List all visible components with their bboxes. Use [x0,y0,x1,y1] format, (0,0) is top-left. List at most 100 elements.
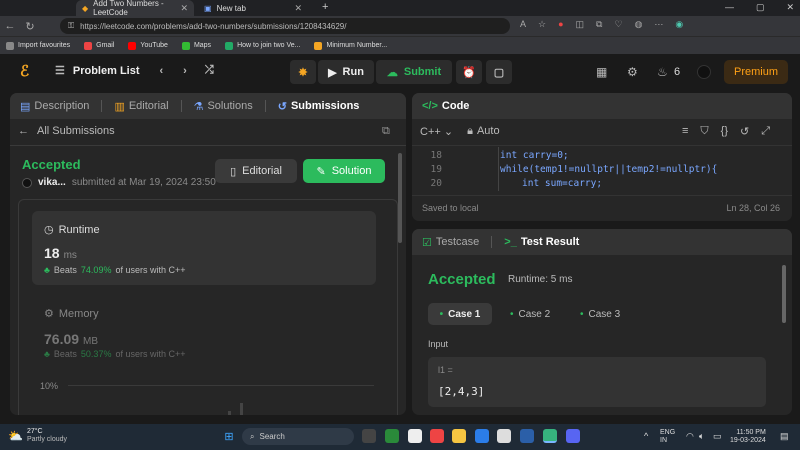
solution-button[interactable]: ✎ Solution [303,159,385,183]
bookmark-label: Gmail [96,42,115,49]
format-icon[interactable]: ≡ [682,125,688,138]
case-2-tab[interactable]: • Case 2 [510,303,570,325]
checkbox-icon: ☑ [422,236,432,249]
tab-solutions[interactable]: ⚗ Solutions [194,100,253,113]
back-arrow-icon[interactable]: ← [0,20,20,32]
app-icon[interactable] [385,429,399,443]
book-icon: ▯ [230,165,237,178]
weather-widget[interactable]: ⛅ 27°C Partly cloudy [8,428,67,444]
timer-button[interactable]: ⏰ [456,60,482,84]
bookmark-import-favourites[interactable]: Import favourites [6,41,70,50]
settings-gear-icon[interactable]: ⚙ [627,65,638,79]
minimize-icon[interactable]: — [725,2,734,13]
tab-leetcode[interactable]: ◆ Add Two Numbers - LeetCode ✕ [76,0,194,17]
collections-icon[interactable]: ⧉ [596,19,602,30]
wifi-icon[interactable]: ◠ [686,431,694,442]
username[interactable]: vika... [38,177,66,188]
scrollbar[interactable] [398,153,402,243]
notifications-icon[interactable]: ▤ [780,431,789,442]
leetcode-logo-icon[interactable]: ℰ [20,62,38,82]
tray-overflow-icon[interactable]: ^ [644,431,648,441]
reset-icon[interactable]: ↺ [740,125,749,138]
more-menu-icon[interactable]: ⋯ [654,19,663,30]
app-icon[interactable] [408,429,422,443]
run-button[interactable]: ▶ Run [318,60,374,84]
share-link-icon[interactable]: ⧉ [382,125,390,138]
new-tab-plus-icon[interactable]: + [322,1,328,13]
beats-suffix: of users with C++ [115,265,186,275]
profile-icon[interactable]: ◍ [635,19,643,30]
bookmark-youtube[interactable]: YouTube [128,41,168,50]
extension-icon[interactable]: ● [558,19,563,30]
reload-icon[interactable]: ↻ [20,20,40,33]
language-indicator[interactable]: ENG IN [660,429,675,445]
tab-code[interactable]: </> Code [422,100,469,112]
clock[interactable]: 11:50 PM 19-03-2024 [730,429,766,445]
note-icon: ▢ [493,66,505,79]
store-icon[interactable] [520,429,534,443]
edge-icon[interactable] [543,429,557,443]
bookmark-icon[interactable]: ⛉ [700,125,708,138]
code-editor[interactable]: 18 int carry=0; 19 while(temp1!=nullptr|… [412,147,782,191]
close-tab-icon[interactable]: ✕ [294,3,302,14]
premium-button[interactable]: Premium [724,60,788,84]
tab-testcase[interactable]: ☑ Testcase [422,236,479,249]
language-select[interactable]: C++ ⌄ [420,125,453,138]
copilot-icon[interactable]: ◉ [675,19,683,30]
bookmark-label: How to join two Ve... [237,42,301,49]
app-icon[interactable] [497,429,511,443]
read-aloud-icon[interactable]: A [520,19,526,30]
file-explorer-icon[interactable] [452,429,466,443]
braces-icon[interactable]: {} [721,125,728,138]
chip-icon: ⚙ [44,308,54,320]
close-window-icon[interactable]: ✕ [786,2,794,13]
tab-new[interactable]: ▣ New tab ✕ [198,0,308,16]
scrollbar[interactable] [782,265,786,323]
discord-icon[interactable] [566,429,580,443]
split-screen-icon[interactable]: ◫ [576,19,585,30]
avatar[interactable] [697,65,711,79]
bookmark-maps[interactable]: Maps [181,41,211,50]
submit-button[interactable]: ☁ Submit [376,60,452,84]
favorites-star-icon[interactable]: ☆ [538,19,546,30]
taskbar-search[interactable]: ⌕ Search [242,428,354,445]
bookmark-join-two[interactable]: How to join two Ve... [225,41,301,50]
problem-list-link[interactable]: Problem List [73,65,140,77]
chrome-icon[interactable] [430,429,444,443]
all-submissions-link[interactable]: ← All Submissions [18,125,115,137]
task-view-icon[interactable] [362,429,376,443]
tab-divider [491,236,493,248]
tab-submissions[interactable]: ↺ Submissions [278,100,360,113]
bookmark-label: Minimum Number... [326,42,388,49]
fullscreen-icon[interactable]: ⤢ [761,125,770,138]
runtime-card[interactable]: ◷ Runtime 18 ms ♣ Beats 74.09% of users w… [32,211,376,285]
shuffle-icon[interactable]: ⤮ [205,64,214,77]
notes-button[interactable]: ▢ [486,60,512,84]
browser-essentials-icon[interactable]: ♡ [614,19,622,30]
editorial-button[interactable]: ▯ Editorial [215,159,297,183]
memory-header[interactable]: ⚙ Memory [44,307,99,321]
close-tab-icon[interactable]: ✕ [180,3,188,14]
tab-test-result[interactable]: >_ Test Result [504,236,579,248]
battery-icon[interactable]: ▭ [713,431,722,442]
url-input[interactable]: ⚿ https://leetcode.com/problems/add-two-… [60,18,510,34]
debug-button[interactable]: ✸ [290,60,316,84]
vscode-icon[interactable] [475,429,489,443]
divider [10,145,406,146]
case-3-tab[interactable]: • Case 3 [580,303,640,325]
prev-problem-icon[interactable]: ‹ [160,65,164,77]
case-1-tab[interactable]: • Case 1 [428,303,492,325]
bookmark-minimum-number[interactable]: Minimum Number... [314,41,388,50]
bookmark-gmail[interactable]: Gmail [84,41,115,50]
tab-description[interactable]: ▤ Description [20,100,89,113]
windows-start-icon[interactable]: ⊞ [222,429,236,443]
maximize-icon[interactable]: ▢ [756,2,765,13]
youtube-icon [128,41,137,50]
search-icon: ⌕ [250,431,255,441]
streak-fire-icon[interactable]: ♨ [657,65,668,79]
tab-editorial[interactable]: ▥ Editorial [114,100,168,113]
volume-icon[interactable]: 🔈︎ [699,431,704,442]
auto-mode-toggle[interactable]: 🔒︎ Auto [467,125,500,138]
layout-grid-icon[interactable]: ▦ [596,65,607,79]
next-problem-icon[interactable]: › [183,65,187,77]
